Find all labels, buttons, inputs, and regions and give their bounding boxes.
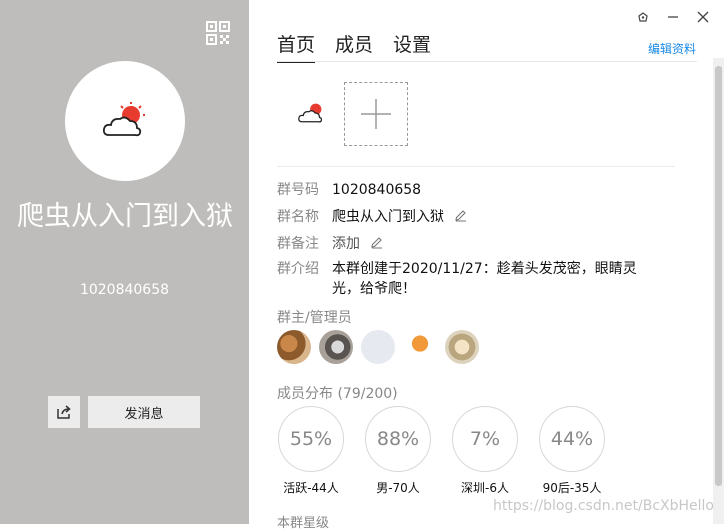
window-controls — [636, 10, 710, 24]
distribution-label: 深圳-6人 — [461, 481, 509, 495]
group-number-row: 群号码 1020840658 — [277, 179, 421, 199]
group-number-label: 群号码 — [277, 182, 319, 198]
group-id: 1020840658 — [79, 282, 170, 298]
edit-name-icon[interactable] — [454, 209, 467, 226]
group-avatar[interactable] — [65, 61, 185, 181]
group-detail-panel: 首页 成员 设置 编辑资料 群号码 1020840658 群名称 爬虫从入门到入狱 … — [249, 0, 724, 531]
group-remark-add[interactable]: 添加 — [332, 236, 360, 252]
group-name-row: 群名称 爬虫从入门到入狱 — [277, 206, 467, 226]
distribution-item: 7% 深圳-6人 — [451, 406, 538, 496]
group-remark-label: 群备注 — [277, 236, 319, 252]
distribution-ring[interactable]: 7% — [452, 406, 518, 472]
share-icon — [57, 405, 71, 419]
distribution-label: 90后-35人 — [542, 481, 602, 495]
sun-cloud-icon — [102, 102, 145, 137]
admin-avatar[interactable] — [277, 330, 311, 364]
admin-avatar[interactable] — [403, 330, 437, 364]
admin-avatar[interactable] — [319, 330, 353, 364]
member-distribution: 55% 活跃-44人 88% 男-70人 7% 深圳-6人 44% 90后-35… — [277, 406, 625, 496]
plus-icon — [361, 99, 391, 129]
qr-code-icon[interactable] — [206, 21, 230, 45]
section-divider — [277, 166, 675, 167]
group-name-large: 爬虫从入门到入狱 — [17, 201, 233, 232]
distribution-ring[interactable]: 55% — [278, 406, 344, 472]
distribution-label: 活跃-44人 — [283, 481, 339, 495]
group-intro-line-2: 光，给爷爬！ — [332, 281, 416, 297]
distribution-ring[interactable]: 88% — [365, 406, 431, 472]
group-remark-row: 群备注 添加 — [277, 233, 383, 253]
group-intro-label: 群介绍 — [277, 261, 319, 277]
admin-avatar[interactable] — [445, 330, 479, 364]
tab-divider — [277, 61, 697, 62]
close-icon[interactable] — [696, 10, 710, 24]
group-intro-line-1: 本群创建于2020/11/27：趁着头发茂密，眼睛灵 — [332, 261, 637, 277]
distribution-item: 88% 男-70人 — [364, 406, 451, 496]
tab-settings[interactable]: 设置 — [393, 30, 431, 63]
scrollbar-thumb[interactable] — [715, 66, 722, 486]
tab-members[interactable]: 成员 — [335, 30, 373, 63]
group-profile-panel: 爬虫从入门到入狱 1020840658 发消息 — [0, 0, 249, 524]
group-intro-row: 群介绍 本群创建于2020/11/27：趁着头发茂密，眼睛灵 光，给爷爬！ — [277, 259, 672, 299]
group-name-value: 爬虫从入门到入狱 — [332, 209, 444, 225]
admins-title: 群主/管理员 — [277, 310, 352, 326]
admin-avatar[interactable] — [361, 330, 395, 364]
add-photo-button[interactable] — [344, 82, 408, 146]
distribution-ring[interactable]: 44% — [539, 406, 605, 472]
group-name-label: 群名称 — [277, 209, 319, 225]
group-photo-thumbnail[interactable] — [297, 98, 327, 128]
tab-bar: 首页 成员 设置 — [277, 30, 431, 63]
edit-remark-icon[interactable] — [370, 236, 383, 253]
distribution-label: 男-70人 — [376, 481, 420, 495]
tab-home[interactable]: 首页 — [277, 30, 316, 63]
distribution-title: 成员分布 (79/200) — [277, 386, 398, 402]
sun-cloud-icon — [298, 103, 323, 123]
share-button[interactable] — [48, 396, 80, 428]
minimize-icon[interactable] — [666, 10, 680, 24]
distribution-item: 55% 活跃-44人 — [277, 406, 364, 496]
watermark: https://blog.csdn.net/BcXbHello — [492, 498, 714, 514]
distribution-item: 44% 90后-35人 — [538, 406, 625, 496]
group-number-value: 1020840658 — [332, 182, 422, 198]
send-message-button[interactable]: 发消息 — [88, 396, 200, 428]
admin-list — [277, 330, 487, 364]
edit-profile-link[interactable]: 编辑资料 — [648, 40, 696, 57]
group-star-title: 本群星级 — [277, 516, 330, 531]
skin-icon[interactable] — [636, 10, 650, 24]
